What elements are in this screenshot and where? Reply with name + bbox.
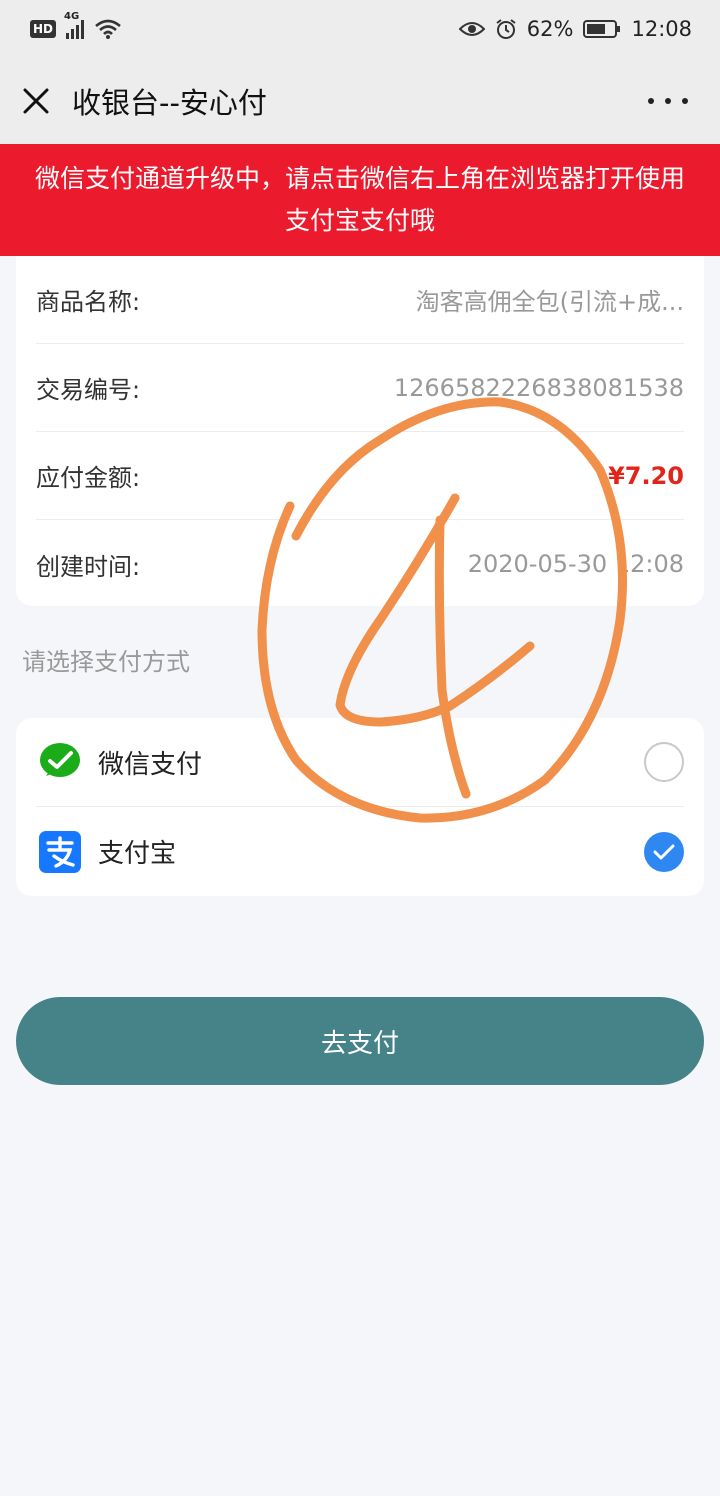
notice-banner: 微信支付通道升级中，请点击微信右上角在浏览器打开使用支付宝支付哦 [0,144,720,256]
more-dot-icon [682,98,688,104]
order-info-card: 商品名称: 淘客高佣全包(引流+成... 交易编号: 1266582226838… [16,240,704,606]
order-row-value: 淘客高佣全包(引流+成... [415,288,684,316]
more-dot-icon [648,98,654,104]
more-menu-button[interactable] [648,88,688,114]
alipay-icon [39,830,81,873]
clock: 12:08 [631,17,692,41]
close-icon [23,88,49,114]
payment-option-label: 支付宝 [98,839,177,869]
payment-radio-checked[interactable] [644,831,684,872]
order-row-label: 商品名称: [36,288,141,316]
amount-value: ¥7.20 [608,461,684,490]
payment-method-label: 请选择支付方式 [22,648,190,676]
title-bar: 收银台--安心付 [0,58,720,144]
alarm-icon [495,18,517,40]
order-row-label: 应付金额: [36,464,141,492]
order-row-product: 商品名称: 淘客高佣全包(引流+成... [36,256,684,344]
wechat-pay-icon [40,743,80,777]
more-dot-icon [665,98,671,104]
hd-badge: HD [30,20,57,38]
status-bar-right: 62% 12:08 [458,17,692,41]
wifi-icon [94,18,122,40]
close-button[interactable] [0,58,72,144]
payment-option-alipay[interactable]: 支付宝 [36,807,684,896]
checkmark-icon [653,844,675,859]
payment-options-card: 微信支付 支付宝 [16,718,704,896]
order-row-amount: 应付金额: ¥7.20 [36,432,684,520]
battery-icon [583,19,621,39]
signal-icon: 4G [64,11,85,39]
order-row-value: 1266582226838081538 [393,373,684,402]
payment-option-wechat[interactable]: 微信支付 [36,718,684,807]
order-row-created-time: 创建时间: 2020-05-30 12:08 [36,520,684,608]
network-type: 4G [64,11,80,22]
order-row-value: 2020-05-30 12:08 [467,550,684,578]
status-bar: HD 4G 62% 12:08 [0,0,720,58]
payment-option-label: 微信支付 [98,749,203,780]
page-title: 收银台--安心付 [72,86,267,120]
status-bar-left: HD 4G [30,11,122,40]
order-row-trade-number: 交易编号: 1266582226838081538 [36,344,684,432]
go-pay-button[interactable]: 去支付 [16,997,704,1085]
order-row-label: 交易编号: [36,376,141,404]
battery-percent: 62% [526,17,574,41]
order-row-label: 创建时间: [36,552,141,581]
eye-comfort-icon [458,20,485,38]
payment-radio[interactable] [644,742,684,782]
